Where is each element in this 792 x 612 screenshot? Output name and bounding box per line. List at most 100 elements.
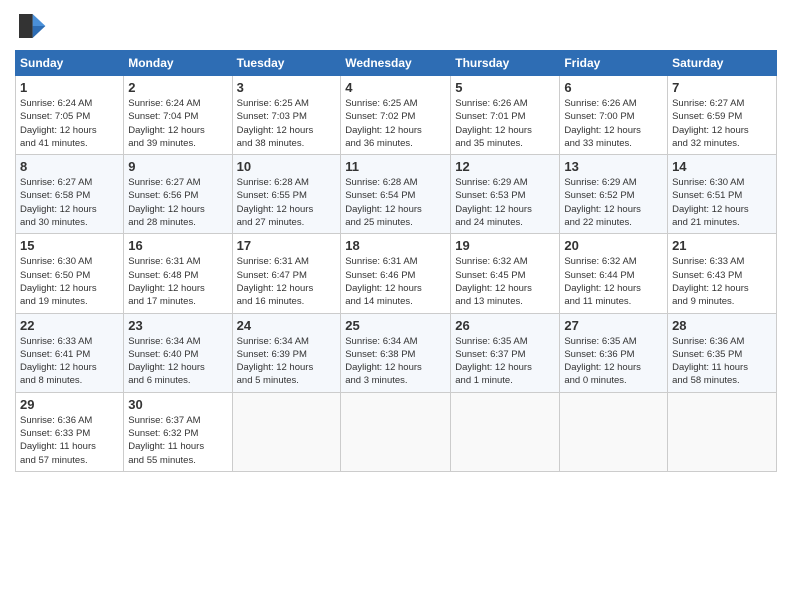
weekday-header: Sunday	[16, 51, 124, 76]
day-number: 29	[20, 397, 119, 412]
day-info: Sunrise: 6:31 AMSunset: 6:48 PMDaylight:…	[128, 255, 227, 308]
day-info: Sunrise: 6:27 AMSunset: 6:59 PMDaylight:…	[672, 97, 772, 150]
calendar-cell: 16 Sunrise: 6:31 AMSunset: 6:48 PMDayligh…	[124, 234, 232, 313]
day-info: Sunrise: 6:29 AMSunset: 6:53 PMDaylight:…	[455, 176, 555, 229]
day-number: 26	[455, 318, 555, 333]
day-info: Sunrise: 6:37 AMSunset: 6:32 PMDaylight:…	[128, 414, 227, 467]
calendar-week-row: 22 Sunrise: 6:33 AMSunset: 6:41 PMDayligh…	[16, 313, 777, 392]
day-number: 19	[455, 238, 555, 253]
day-info: Sunrise: 6:32 AMSunset: 6:45 PMDaylight:…	[455, 255, 555, 308]
calendar-cell: 8Sunrise: 6:27 AMSunset: 6:58 PMDaylight…	[16, 155, 124, 234]
day-number: 25	[345, 318, 446, 333]
day-info: Sunrise: 6:35 AMSunset: 6:36 PMDaylight:…	[564, 335, 663, 388]
calendar-cell: 30 Sunrise: 6:37 AMSunset: 6:32 PMDayligh…	[124, 392, 232, 471]
day-number: 21	[672, 238, 772, 253]
calendar-cell: 24 Sunrise: 6:34 AMSunset: 6:39 PMDayligh…	[232, 313, 341, 392]
calendar-cell: 12 Sunrise: 6:29 AMSunset: 6:53 PMDayligh…	[451, 155, 560, 234]
calendar-cell	[341, 392, 451, 471]
day-number: 30	[128, 397, 227, 412]
calendar-week-row: 15Sunrise: 6:30 AMSunset: 6:50 PMDayligh…	[16, 234, 777, 313]
day-number: 16	[128, 238, 227, 253]
weekday-header: Friday	[560, 51, 668, 76]
day-number: 11	[345, 159, 446, 174]
day-info: Sunrise: 6:25 AMSunset: 7:03 PMDaylight:…	[237, 97, 337, 150]
day-number: 2	[128, 80, 227, 95]
calendar-cell	[451, 392, 560, 471]
weekday-header: Wednesday	[341, 51, 451, 76]
day-info: Sunrise: 6:28 AMSunset: 6:55 PMDaylight:…	[237, 176, 337, 229]
day-number: 5	[455, 80, 555, 95]
calendar-cell: 6Sunrise: 6:26 AMSunset: 7:00 PMDaylight…	[560, 76, 668, 155]
calendar-cell: 14 Sunrise: 6:30 AMSunset: 6:51 PMDayligh…	[668, 155, 777, 234]
weekday-header: Thursday	[451, 51, 560, 76]
calendar-cell: 17 Sunrise: 6:31 AMSunset: 6:47 PMDayligh…	[232, 234, 341, 313]
day-number: 17	[237, 238, 337, 253]
day-info: Sunrise: 6:34 AMSunset: 6:39 PMDaylight:…	[237, 335, 337, 388]
calendar-cell: 26Sunrise: 6:35 AMSunset: 6:37 PMDayligh…	[451, 313, 560, 392]
weekday-header: Tuesday	[232, 51, 341, 76]
day-info: Sunrise: 6:34 AMSunset: 6:40 PMDaylight:…	[128, 335, 227, 388]
day-info: Sunrise: 6:33 AMSunset: 6:43 PMDaylight:…	[672, 255, 772, 308]
day-number: 14	[672, 159, 772, 174]
calendar-cell: 20 Sunrise: 6:32 AMSunset: 6:44 PMDayligh…	[560, 234, 668, 313]
day-number: 24	[237, 318, 337, 333]
calendar-cell: 11 Sunrise: 6:28 AMSunset: 6:54 PMDayligh…	[341, 155, 451, 234]
day-number: 20	[564, 238, 663, 253]
day-number: 9	[128, 159, 227, 174]
day-info: Sunrise: 6:26 AMSunset: 7:00 PMDaylight:…	[564, 97, 663, 150]
day-info: Sunrise: 6:31 AMSunset: 6:47 PMDaylight:…	[237, 255, 337, 308]
day-info: Sunrise: 6:32 AMSunset: 6:44 PMDaylight:…	[564, 255, 663, 308]
calendar-week-row: 29Sunrise: 6:36 AMSunset: 6:33 PMDayligh…	[16, 392, 777, 471]
header	[15, 10, 777, 42]
day-number: 15	[20, 238, 119, 253]
day-info: Sunrise: 6:29 AMSunset: 6:52 PMDaylight:…	[564, 176, 663, 229]
calendar-header-row: SundayMondayTuesdayWednesdayThursdayFrid…	[16, 51, 777, 76]
day-number: 10	[237, 159, 337, 174]
day-number: 18	[345, 238, 446, 253]
calendar-cell: 29Sunrise: 6:36 AMSunset: 6:33 PMDayligh…	[16, 392, 124, 471]
calendar-cell: 21 Sunrise: 6:33 AMSunset: 6:43 PMDayligh…	[668, 234, 777, 313]
calendar-cell: 2 Sunrise: 6:24 AMSunset: 7:04 PMDaylight…	[124, 76, 232, 155]
calendar-cell: 19 Sunrise: 6:32 AMSunset: 6:45 PMDayligh…	[451, 234, 560, 313]
day-info: Sunrise: 6:31 AMSunset: 6:46 PMDaylight:…	[345, 255, 446, 308]
logo	[15, 10, 51, 42]
day-number: 28	[672, 318, 772, 333]
calendar-cell: 22 Sunrise: 6:33 AMSunset: 6:41 PMDayligh…	[16, 313, 124, 392]
calendar-cell: 25 Sunrise: 6:34 AMSunset: 6:38 PMDayligh…	[341, 313, 451, 392]
day-number: 3	[237, 80, 337, 95]
day-info: Sunrise: 6:28 AMSunset: 6:54 PMDaylight:…	[345, 176, 446, 229]
logo-icon	[15, 10, 47, 42]
day-number: 7	[672, 80, 772, 95]
day-info: Sunrise: 6:30 AMSunset: 6:51 PMDaylight:…	[672, 176, 772, 229]
calendar-week-row: 1Sunrise: 6:24 AMSunset: 7:05 PMDaylight…	[16, 76, 777, 155]
calendar-table: SundayMondayTuesdayWednesdayThursdayFrid…	[15, 50, 777, 472]
calendar-cell: 4Sunrise: 6:25 AMSunset: 7:02 PMDaylight…	[341, 76, 451, 155]
calendar-cell: 23 Sunrise: 6:34 AMSunset: 6:40 PMDayligh…	[124, 313, 232, 392]
day-number: 27	[564, 318, 663, 333]
calendar-cell	[232, 392, 341, 471]
calendar-cell: 10 Sunrise: 6:28 AMSunset: 6:55 PMDayligh…	[232, 155, 341, 234]
calendar-cell: 18 Sunrise: 6:31 AMSunset: 6:46 PMDayligh…	[341, 234, 451, 313]
calendar-cell: 1Sunrise: 6:24 AMSunset: 7:05 PMDaylight…	[16, 76, 124, 155]
day-info: Sunrise: 6:34 AMSunset: 6:38 PMDaylight:…	[345, 335, 446, 388]
day-info: Sunrise: 6:26 AMSunset: 7:01 PMDaylight:…	[455, 97, 555, 150]
day-number: 12	[455, 159, 555, 174]
day-info: Sunrise: 6:25 AMSunset: 7:02 PMDaylight:…	[345, 97, 446, 150]
page-container: SundayMondayTuesdayWednesdayThursdayFrid…	[0, 0, 792, 482]
day-info: Sunrise: 6:27 AMSunset: 6:56 PMDaylight:…	[128, 176, 227, 229]
day-number: 8	[20, 159, 119, 174]
calendar-cell: 28Sunrise: 6:36 AMSunset: 6:35 PMDayligh…	[668, 313, 777, 392]
calendar-cell: 15Sunrise: 6:30 AMSunset: 6:50 PMDayligh…	[16, 234, 124, 313]
day-number: 13	[564, 159, 663, 174]
calendar-cell	[560, 392, 668, 471]
calendar-cell: 13 Sunrise: 6:29 AMSunset: 6:52 PMDayligh…	[560, 155, 668, 234]
day-number: 1	[20, 80, 119, 95]
day-number: 22	[20, 318, 119, 333]
calendar-cell: 9 Sunrise: 6:27 AMSunset: 6:56 PMDaylight…	[124, 155, 232, 234]
calendar-cell: 7 Sunrise: 6:27 AMSunset: 6:59 PMDaylight…	[668, 76, 777, 155]
calendar-cell	[668, 392, 777, 471]
day-number: 23	[128, 318, 227, 333]
day-info: Sunrise: 6:33 AMSunset: 6:41 PMDaylight:…	[20, 335, 119, 388]
calendar-cell: 5 Sunrise: 6:26 AMSunset: 7:01 PMDaylight…	[451, 76, 560, 155]
day-info: Sunrise: 6:24 AMSunset: 7:04 PMDaylight:…	[128, 97, 227, 150]
